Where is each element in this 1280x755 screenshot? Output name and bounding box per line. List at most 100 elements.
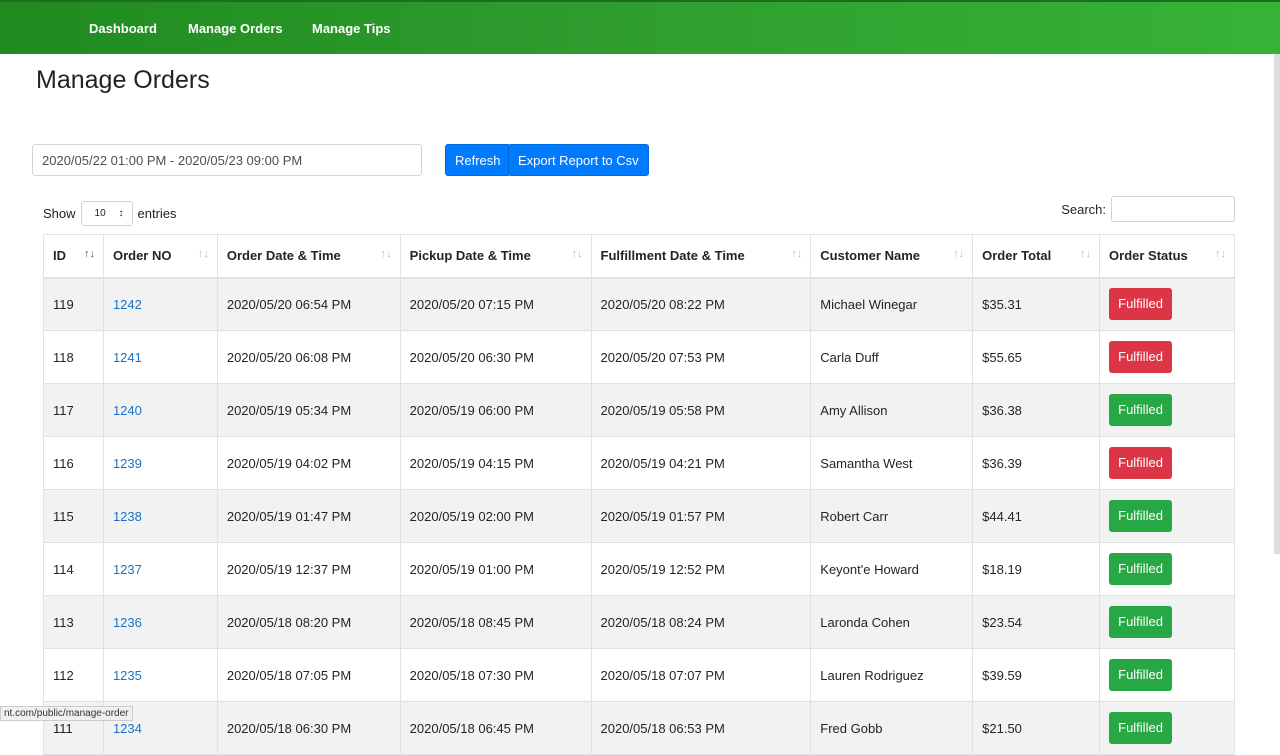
status-badge[interactable]: Fulfilled — [1109, 553, 1173, 585]
cell-pickup-date: 2020/05/18 07:30 PM — [399, 648, 592, 702]
header-label: Pickup Date & Time — [409, 248, 531, 264]
order-link[interactable]: 1238 — [113, 509, 142, 524]
nav-dashboard[interactable]: Dashboard — [89, 21, 157, 36]
select-arrows-icon: ↕ — [118, 208, 124, 219]
cell-total: $18.19 — [972, 542, 1101, 596]
top-navbar: Dashboard Manage Orders Manage Tips — [0, 0, 1280, 54]
cell-total: $55.65 — [972, 330, 1101, 384]
status-badge[interactable]: Fulfilled — [1109, 288, 1173, 321]
column-header[interactable]: Order Total ↑↓ — [972, 234, 1101, 279]
column-header[interactable]: ID ↑↓ — [43, 234, 104, 279]
order-link[interactable]: 1235 — [113, 668, 142, 683]
cell-pickup-date: 2020/05/20 07:15 PM — [399, 277, 592, 331]
status-badge[interactable]: Fulfilled — [1109, 341, 1173, 373]
column-header[interactable]: Pickup Date & Time ↑↓ — [399, 234, 592, 279]
entries-label: entries — [137, 206, 177, 221]
cell-fulfillment-date: 2020/05/19 01:57 PM — [590, 489, 812, 543]
cell-order-no: 1235 — [102, 648, 218, 702]
cell-status: Fulfilled — [1099, 330, 1235, 384]
sort-icon[interactable]: ↑↓ — [572, 248, 583, 260]
sort-icon[interactable]: ↑↓ — [1080, 248, 1091, 260]
table-search: Search: — [1061, 196, 1235, 222]
cell-fulfillment-date: 2020/05/20 07:53 PM — [590, 330, 812, 384]
orders-table: ID ↑↓ Order NO ↑↓ Order Date & Time ↑↓ Pickup … — [43, 234, 1235, 755]
sort-icon[interactable]: ↑↓ — [1215, 248, 1226, 260]
cell-id: 117 — [43, 383, 104, 437]
date-range-input[interactable] — [32, 144, 422, 176]
cell-pickup-date: 2020/05/18 08:45 PM — [399, 595, 592, 649]
cell-order-date: 2020/05/18 07:05 PM — [216, 648, 401, 702]
status-badge[interactable]: Fulfilled — [1109, 394, 1173, 426]
cell-order-date: 2020/05/18 06:30 PM — [216, 701, 401, 755]
column-header[interactable]: Order Date & Time ↑↓ — [216, 234, 401, 279]
status-badge[interactable]: Fulfilled — [1109, 659, 1173, 691]
sort-icon[interactable]: ↑↓ — [953, 248, 964, 260]
cell-order-date: 2020/05/20 06:54 PM — [216, 277, 401, 331]
cell-order-no: 1236 — [102, 595, 218, 649]
cell-status: Fulfilled — [1099, 383, 1235, 437]
order-link[interactable]: 1239 — [113, 456, 142, 471]
scrollbar[interactable] — [1274, 54, 1280, 554]
sort-icon[interactable]: ↑↓ — [791, 248, 802, 260]
cell-order-no: 1238 — [102, 489, 218, 543]
column-header[interactable]: Order Status ↑↓ — [1099, 234, 1235, 279]
order-link[interactable]: 1236 — [113, 615, 142, 630]
cell-fulfillment-date: 2020/05/19 05:58 PM — [590, 383, 812, 437]
status-badge[interactable]: Fulfilled — [1109, 606, 1173, 638]
cell-status: Fulfilled — [1099, 277, 1235, 331]
cell-order-no: 1241 — [102, 330, 218, 384]
column-header[interactable]: Customer Name ↑↓ — [810, 234, 974, 279]
status-badge[interactable]: Fulfilled — [1109, 712, 1173, 744]
column-header[interactable]: Order NO ↑↓ — [102, 234, 218, 279]
entries-value: 10 — [94, 208, 106, 219]
sort-icon[interactable]: ↑↓ — [381, 248, 392, 260]
cell-id: 118 — [43, 330, 104, 384]
cell-status: Fulfilled — [1099, 701, 1235, 755]
cell-customer: Lauren Rodriguez — [810, 648, 974, 702]
cell-order-date: 2020/05/19 04:02 PM — [216, 436, 401, 490]
nav-manage-orders[interactable]: Manage Orders — [188, 21, 283, 36]
cell-id: 119 — [43, 277, 104, 331]
cell-order-no: 1242 — [102, 277, 218, 331]
cell-total: $39.59 — [972, 648, 1101, 702]
search-input[interactable] — [1111, 196, 1235, 222]
order-link[interactable]: 1241 — [113, 350, 142, 365]
header-label: ID — [53, 248, 66, 264]
header-label: Order Status — [1109, 248, 1188, 264]
cell-customer: Carla Duff — [810, 330, 974, 384]
cell-fulfillment-date: 2020/05/18 06:53 PM — [590, 701, 812, 755]
order-link[interactable]: 1234 — [113, 721, 142, 736]
header-label: Order Date & Time — [226, 248, 341, 264]
export-csv-button[interactable]: Export Report to Csv — [508, 144, 649, 176]
table-row: 117 1240 2020/05/19 05:34 PM 2020/05/19 … — [43, 383, 1235, 437]
cell-id: 116 — [43, 436, 104, 490]
status-badge[interactable]: Fulfilled — [1109, 500, 1173, 532]
table-row: 118 1241 2020/05/20 06:08 PM 2020/05/20 … — [43, 330, 1235, 384]
cell-status: Fulfilled — [1099, 436, 1235, 490]
entries-select[interactable]: 10 ↕ — [80, 201, 133, 226]
refresh-button[interactable]: Refresh — [445, 144, 511, 176]
cell-id: 113 — [43, 595, 104, 649]
order-link[interactable]: 1237 — [113, 562, 142, 577]
cell-pickup-date: 2020/05/19 04:15 PM — [399, 436, 592, 490]
order-link[interactable]: 1240 — [113, 403, 142, 418]
cell-customer: Samantha West — [810, 436, 974, 490]
cell-order-date: 2020/05/20 06:08 PM — [216, 330, 401, 384]
nav-manage-tips[interactable]: Manage Tips — [312, 21, 391, 36]
table-row: 119 1242 2020/05/20 06:54 PM 2020/05/20 … — [43, 277, 1235, 331]
column-header[interactable]: Fulfillment Date & Time ↑↓ — [590, 234, 812, 279]
cell-order-no: 1239 — [102, 436, 218, 490]
cell-order-date: 2020/05/19 12:37 PM — [216, 542, 401, 596]
cell-pickup-date: 2020/05/18 06:45 PM — [399, 701, 592, 755]
sort-icon[interactable]: ↑↓ — [84, 248, 95, 260]
table-row: 116 1239 2020/05/19 04:02 PM 2020/05/19 … — [43, 436, 1235, 490]
cell-total: $44.41 — [972, 489, 1101, 543]
cell-status: Fulfilled — [1099, 542, 1235, 596]
page-title: Manage Orders — [36, 66, 210, 94]
cell-pickup-date: 2020/05/19 02:00 PM — [399, 489, 592, 543]
order-link[interactable]: 1242 — [113, 297, 142, 312]
entries-length: Show 10 ↕ entries — [43, 201, 177, 226]
status-badge[interactable]: Fulfilled — [1109, 447, 1173, 479]
sort-icon[interactable]: ↑↓ — [198, 248, 209, 260]
cell-fulfillment-date: 2020/05/18 08:24 PM — [590, 595, 812, 649]
